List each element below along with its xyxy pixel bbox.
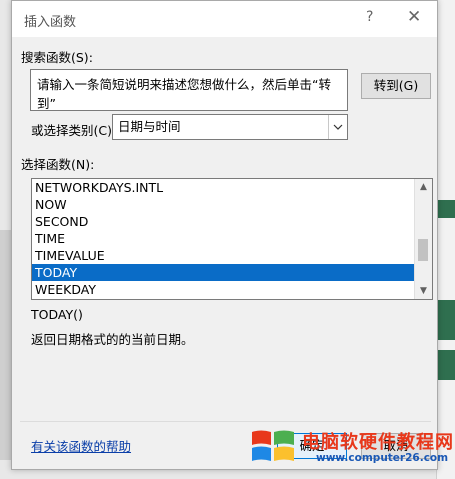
watermark-title: 电脑软硬件教程网 [302,432,454,453]
function-items: NETWORKDAYS.INTL NOW SECOND TIME TIMEVALUE TO… [32,179,432,298]
function-list-item[interactable]: NETWORKDAYS.INTL [32,179,415,196]
background-accent [437,200,455,218]
goto-button[interactable]: 转到(G) [361,73,431,99]
watermark-logo-icon [252,430,294,461]
function-list-item[interactable]: TODAY [32,264,415,281]
dialog-title: 插入函数 [24,15,77,30]
scroll-thumb[interactable] [418,239,428,261]
scrollbar[interactable]: ▲ ▼ [414,179,432,299]
background-strip [436,0,455,479]
divider [20,421,431,422]
function-list-label: 选择函数(N): [21,157,95,172]
search-input[interactable]: 请输入一条简短说明来描述您想做什么，然后单击“转到” [30,69,348,111]
close-icon[interactable]: ✕ [407,7,421,27]
watermark-url: www.computer26.com [316,452,449,464]
title-bar: 插入函数 ? ✕ [12,1,437,37]
background-accent [437,350,455,380]
function-description: 返回日期格式的的当前日期。 [31,332,194,347]
chevron-down-icon[interactable] [328,115,347,139]
category-label: 或选择类别(C): [31,123,117,138]
category-select[interactable]: 日期与时间 [112,114,348,140]
scroll-down-icon[interactable]: ▼ [415,283,432,299]
category-selected-value: 日期与时间 [118,119,181,134]
function-list-item[interactable]: NOW [32,196,415,213]
scroll-up-icon[interactable]: ▲ [415,179,432,195]
function-help-link[interactable]: 有关该函数的帮助 [31,436,131,455]
help-icon[interactable]: ? [366,9,373,25]
function-list-item[interactable]: TIME [32,230,415,247]
function-list-item[interactable]: TIMEVALUE [32,247,415,264]
function-list-item[interactable]: WEEKDAY [32,281,415,298]
search-label: 搜索函数(S): [21,50,93,65]
function-list-item[interactable]: SECOND [32,213,415,230]
function-signature: TODAY() [31,307,83,322]
background-accent [437,300,455,340]
insert-function-dialog: 插入函数 ? ✕ 搜索函数(S): 请输入一条简短说明来描述您想做什么，然后单击… [11,0,438,470]
function-list[interactable]: NETWORKDAYS.INTL NOW SECOND TIME TIMEVALUE TO… [31,178,433,300]
